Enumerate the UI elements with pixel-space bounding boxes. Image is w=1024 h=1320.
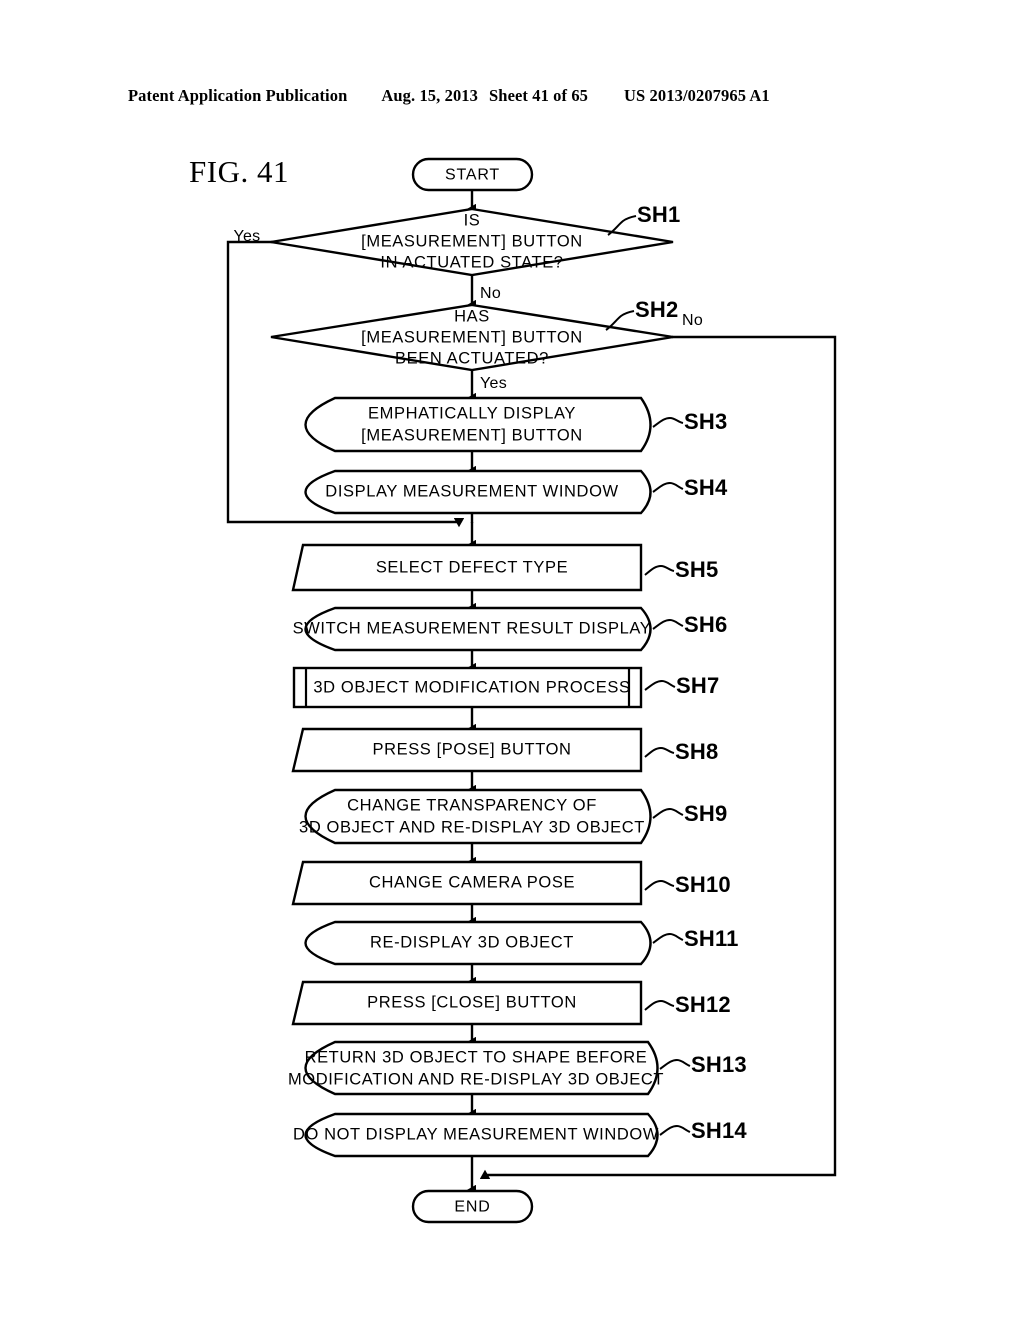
branch-label-sh1-no: No [480, 285, 501, 302]
node-sh7: 3D OBJECT MODIFICATION PROCESS [292, 666, 643, 709]
terminal-start: START [411, 157, 534, 192]
node-sh12-line-0: PRESS [CLOSE] BUTTON [367, 993, 577, 1011]
node-sh12-tag: SH12 [675, 992, 731, 1017]
branch-label-sh1-yes: Yes [233, 228, 260, 245]
node-sh1-tag: SH1 [637, 202, 680, 227]
node-sh7-line-0: 3D OBJECT MODIFICATION PROCESS [313, 678, 630, 696]
node-sh10: CHANGE CAMERA POSE [291, 860, 643, 906]
node-sh10-tag: SH10 [675, 872, 731, 897]
node-sh8-tag: SH8 [675, 739, 718, 764]
node-sh5-line-0: SELECT DEFECT TYPE [376, 558, 568, 576]
terminal-end: END [411, 1189, 534, 1224]
node-sh11-line-0: RE-DISPLAY 3D OBJECT [370, 933, 574, 951]
node-sh4: DISPLAY MEASUREMENT WINDOW [304, 469, 652, 515]
branch-label-sh2-no: No [682, 312, 703, 329]
node-sh14: DO NOT DISPLAY MEASUREMENT WINDOW [293, 1112, 659, 1158]
node-sh5: SELECT DEFECT TYPE [291, 543, 643, 592]
node-sh4-line-0: DISPLAY MEASUREMENT WINDOW [325, 482, 618, 500]
leader-sh10 [644, 879, 675, 891]
leader-sh4 [652, 481, 684, 493]
node-sh2-line-2: BEEN ACTUATED? [395, 349, 549, 367]
leader-sh2 [605, 310, 635, 331]
node-sh1: IS [MEASUREMENT] BUTTON IN ACTUATED STAT… [270, 207, 674, 277]
node-sh14-tag: SH14 [691, 1118, 747, 1143]
leader-sh3 [652, 416, 684, 428]
node-sh8: PRESS [POSE] BUTTON [291, 727, 643, 773]
leader-sh13 [659, 1058, 691, 1070]
node-sh13-line-1: MODIFICATION AND RE-DISPLAY 3D OBJECT [288, 1070, 664, 1088]
node-sh9: CHANGE TRANSPARENCY OF 3D OBJECT AND RE-… [299, 788, 652, 845]
terminal-start-label: START [445, 167, 500, 184]
node-sh3-line-1: [MEASUREMENT] BUTTON [361, 426, 583, 444]
node-sh1-line-2: IN ACTUATED STATE? [380, 253, 563, 271]
node-sh5-tag: SH5 [675, 557, 718, 582]
node-sh13: RETURN 3D OBJECT TO SHAPE BEFORE MODIFIC… [288, 1040, 664, 1096]
leader-sh9 [652, 807, 684, 819]
node-sh6-tag: SH6 [684, 612, 727, 637]
node-sh12: PRESS [CLOSE] BUTTON [291, 980, 643, 1026]
node-sh2: HAS [MEASUREMENT] BUTTON BEEN ACTUATED? [270, 303, 674, 372]
branch-label-sh2-yes: Yes [480, 375, 507, 392]
node-sh11: RE-DISPLAY 3D OBJECT [304, 920, 652, 966]
leader-sh8 [644, 746, 675, 758]
node-sh4-tag: SH4 [684, 475, 728, 500]
node-sh2-tag: SH2 [635, 297, 678, 322]
node-sh1-line-0: IS [464, 211, 481, 229]
node-sh9-line-0: CHANGE TRANSPARENCY OF [347, 796, 597, 814]
node-sh9-tag: SH9 [684, 801, 727, 826]
node-sh8-line-0: PRESS [POSE] BUTTON [372, 740, 571, 758]
leader-sh14 [659, 1124, 691, 1136]
leader-sh1 [607, 215, 637, 236]
node-sh3-tag: SH3 [684, 409, 727, 434]
node-sh1-line-1: [MEASUREMENT] BUTTON [361, 232, 583, 250]
leader-sh5 [644, 564, 675, 576]
node-sh10-line-0: CHANGE CAMERA POSE [369, 873, 575, 891]
node-sh14-line-0: DO NOT DISPLAY MEASUREMENT WINDOW [293, 1125, 659, 1143]
node-sh11-tag: SH11 [684, 926, 739, 951]
node-sh13-tag: SH13 [691, 1052, 747, 1077]
leader-sh6 [652, 618, 684, 630]
node-sh13-line-0: RETURN 3D OBJECT TO SHAPE BEFORE [305, 1048, 648, 1066]
terminal-end-label: END [454, 1199, 490, 1216]
leader-sh7 [644, 679, 676, 691]
node-sh3: EMPHATICALLY DISPLAY [MEASUREMENT] BUTTO… [304, 396, 652, 453]
node-sh6-line-0: SWITCH MEASUREMENT RESULT DISPLAY [293, 619, 652, 637]
node-sh2-line-0: HAS [454, 307, 490, 325]
node-sh3-line-0: EMPHATICALLY DISPLAY [368, 404, 576, 422]
flowchart-diagram: START IS [MEASUREMENT] BUTTON IN ACTUATE… [0, 0, 1024, 1320]
node-sh7-tag: SH7 [676, 673, 719, 698]
node-sh6: SWITCH MEASUREMENT RESULT DISPLAY [293, 606, 652, 652]
leader-sh11 [652, 932, 684, 944]
node-sh2-line-1: [MEASUREMENT] BUTTON [361, 328, 583, 346]
leader-sh12 [644, 999, 675, 1011]
node-sh9-line-1: 3D OBJECT AND RE-DISPLAY 3D OBJECT [299, 818, 645, 836]
